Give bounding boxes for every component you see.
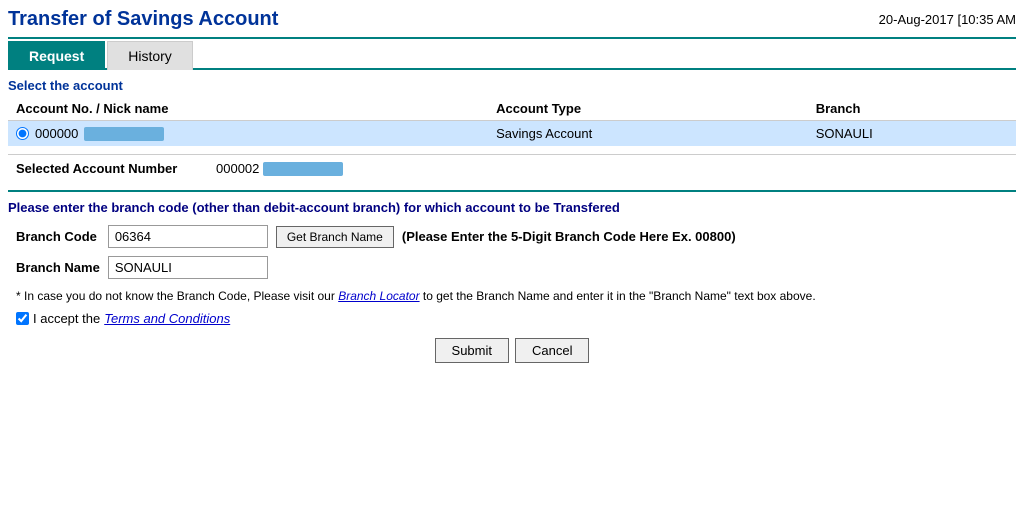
selected-account-label: Selected Account Number (16, 161, 216, 176)
selected-value: 000002 (216, 161, 343, 176)
instruction-text: Please enter the branch code (other than… (8, 200, 1016, 215)
info-text: * In case you do not know the Branch Cod… (16, 287, 1008, 305)
tabs-bar: Request History (8, 39, 1016, 70)
account-no-prefix: 000000 (35, 126, 78, 141)
account-table: Account No. / Nick name Account Type Bra… (8, 97, 1016, 146)
branch-hint: (Please Enter the 5-Digit Branch Code He… (402, 229, 1016, 244)
terms-prefix: I accept the (33, 311, 100, 326)
selected-account-prefix: 000002 (216, 161, 259, 176)
terms-link[interactable]: Terms and Conditions (104, 311, 230, 326)
account-type-cell: Savings Account (488, 121, 808, 147)
submit-button[interactable]: Submit (435, 338, 509, 363)
terms-row: I accept the Terms and Conditions (16, 311, 1008, 326)
form-grid: Branch Code Get Branch Name (Please Ente… (8, 225, 1016, 279)
account-no-cell: 000000 (8, 121, 488, 147)
header-row: Transfer of Savings Account 20-Aug-2017 … (8, 4, 1016, 39)
branch-cell: SONAULI (808, 121, 1016, 147)
col-branch: Branch (808, 97, 1016, 121)
tab-request[interactable]: Request (8, 41, 105, 70)
branch-name-input[interactable] (108, 256, 268, 279)
selected-account-blurred (263, 162, 343, 176)
branch-locator-link[interactable]: Branch Locator (338, 289, 419, 303)
info-line2: to get the Branch Name and enter it in t… (420, 289, 816, 303)
col-account-no: Account No. / Nick name (8, 97, 488, 121)
get-branch-name-button[interactable]: Get Branch Name (276, 226, 394, 248)
branch-code-input[interactable] (108, 225, 268, 248)
selected-account-row: Selected Account Number 000002 (8, 154, 1016, 182)
branch-name-label: Branch Name (16, 260, 100, 275)
page-container: Transfer of Savings Account 20-Aug-2017 … (0, 0, 1024, 510)
account-radio[interactable] (16, 127, 29, 140)
section-divider (8, 190, 1016, 192)
cancel-button[interactable]: Cancel (515, 338, 589, 363)
page-title: Transfer of Savings Account (8, 8, 278, 31)
account-no-blurred (84, 127, 164, 141)
tab-history[interactable]: History (107, 41, 193, 70)
info-line1: * In case you do not know the Branch Cod… (16, 289, 338, 303)
table-row: 000000 Savings Account SONAULI (8, 121, 1016, 147)
action-buttons: Submit Cancel (8, 338, 1016, 363)
branch-code-label: Branch Code (16, 229, 100, 244)
select-account-label: Select the account (8, 70, 1016, 97)
terms-checkbox[interactable] (16, 312, 29, 325)
col-account-type: Account Type (488, 97, 808, 121)
datetime: 20-Aug-2017 [10:35 AM (879, 12, 1016, 27)
